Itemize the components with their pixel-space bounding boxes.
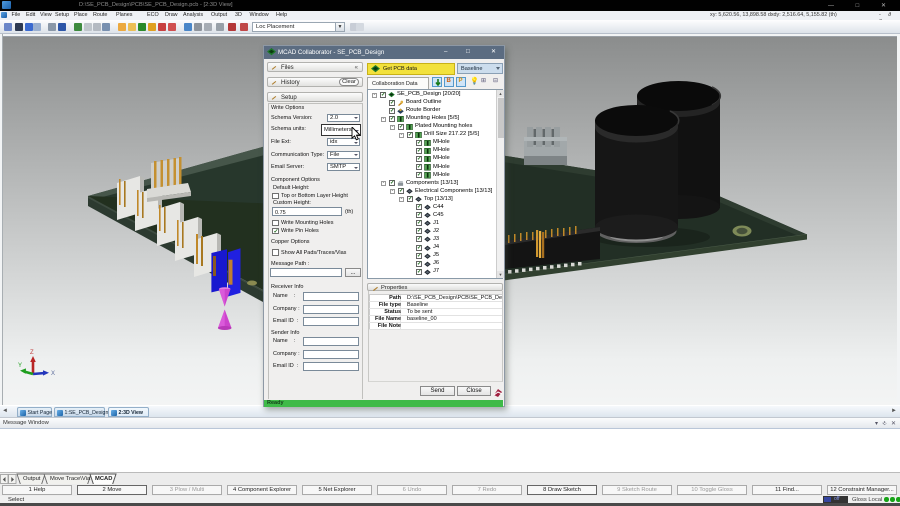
svg-text:X: X <box>51 371 55 377</box>
svg-text:Z: Z <box>30 350 34 356</box>
svg-text:Y: Y <box>18 363 22 369</box>
